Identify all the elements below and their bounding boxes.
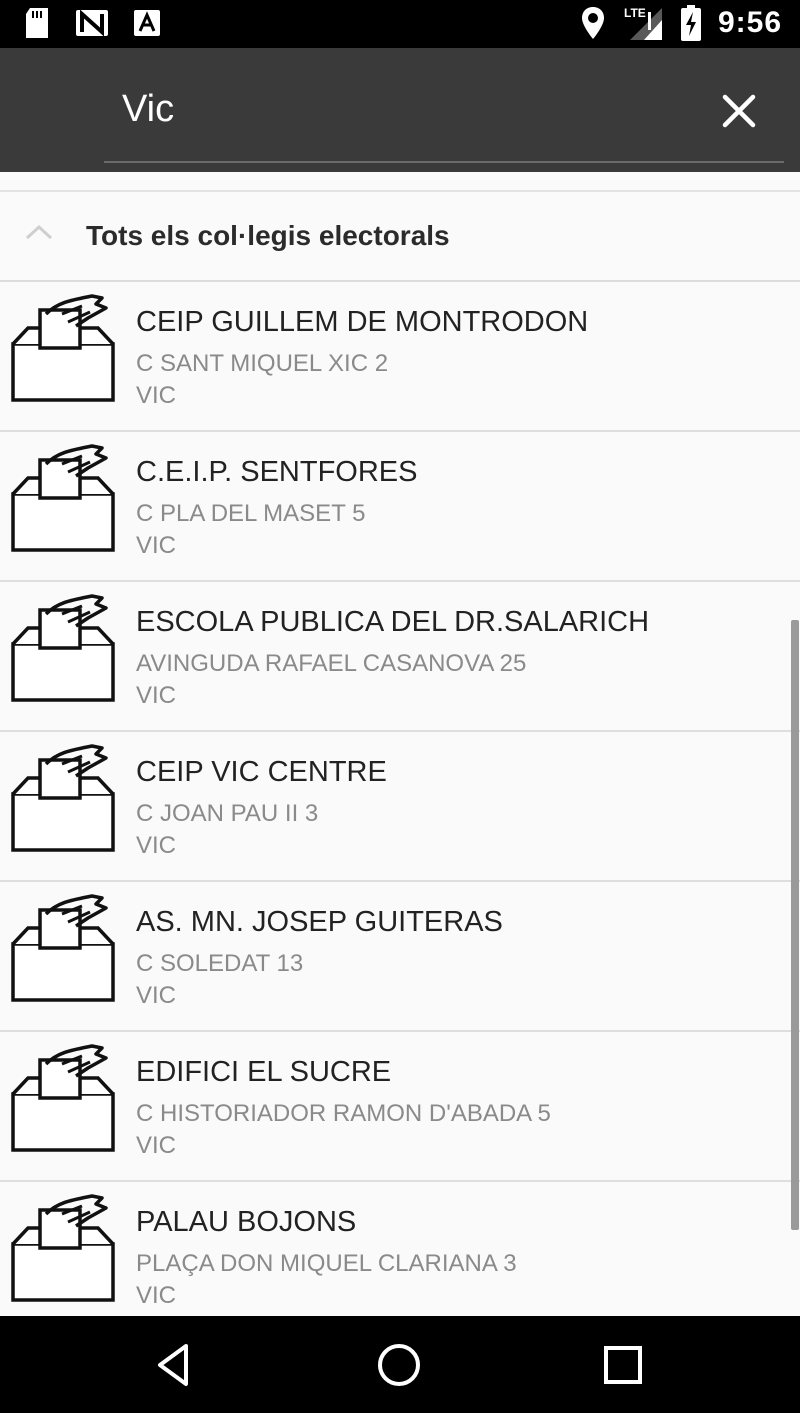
home-icon[interactable]: [374, 1340, 424, 1390]
station-city: VIC: [136, 682, 177, 709]
navigation-bar: [0, 1316, 800, 1413]
polling-station-list: CEIP GUILLEM DE MONTRODON C SANT MIQUEL …: [0, 282, 800, 1316]
station-name: AS. MN. JOSEP GUITERAS: [136, 906, 503, 938]
section-header-all-stations[interactable]: Tots els col·legis electorals: [0, 192, 800, 280]
location-icon: [581, 7, 604, 39]
list-item[interactable]: ESCOLA PUBLICA DEL DR.SALARICH AVINGUDA …: [0, 582, 800, 732]
nfc-icon: [76, 9, 108, 37]
station-name: CEIP VIC CENTRE: [136, 756, 387, 788]
list-item[interactable]: EDIFICI EL SUCRE C HISTORIADOR RAMON D'A…: [0, 1032, 800, 1182]
search-underline: [104, 161, 784, 163]
results-panel: Tots els col·legis electorals CEIP GUILL…: [0, 172, 800, 1316]
station-address: C JOAN PAU II 3: [136, 800, 319, 827]
list-item[interactable]: CEIP VIC CENTRE C JOAN PAU II 3 VIC: [0, 732, 800, 882]
svg-text:LTE: LTE: [624, 6, 646, 20]
station-address: PLAÇA DON MIQUEL CLARIANA 3: [136, 1250, 517, 1277]
ballot-box-icon: [10, 1042, 118, 1154]
list-item[interactable]: C.E.I.P. SENTFORES C PLA DEL MASET 5 VIC: [0, 432, 800, 582]
scrollbar[interactable]: [791, 620, 799, 1230]
recents-icon[interactable]: [598, 1340, 648, 1390]
status-bar: LTE 9:56: [0, 0, 800, 48]
status-time: 9:56: [717, 6, 782, 39]
station-name: CEIP GUILLEM DE MONTRODON: [136, 306, 589, 338]
list-item[interactable]: CEIP GUILLEM DE MONTRODON C SANT MIQUEL …: [0, 282, 800, 432]
status-right-icons: LTE 9:56: [580, 4, 782, 42]
station-address: C SANT MIQUEL XIC 2: [136, 350, 389, 377]
search-input[interactable]: [104, 74, 664, 144]
a-icon: [134, 10, 160, 36]
search-app-bar: [0, 48, 800, 172]
list-item[interactable]: AS. MN. JOSEP GUITERAS C SOLEDAT 13 VIC: [0, 882, 800, 1032]
list-item[interactable]: PALAU BOJONS PLAÇA DON MIQUEL CLARIANA 3…: [0, 1182, 800, 1316]
battery-charging-icon: [680, 5, 701, 41]
close-icon: [722, 94, 756, 128]
ballot-box-icon: [10, 442, 118, 554]
back-icon[interactable]: [150, 1340, 200, 1390]
station-name: C.E.I.P. SENTFORES: [136, 456, 418, 488]
ballot-box-icon: [10, 742, 118, 854]
station-address: AVINGUDA RAFAEL CASANOVA 25: [136, 650, 527, 677]
station-name: PALAU BOJONS: [136, 1206, 357, 1238]
station-address: C SOLEDAT 13: [136, 950, 304, 977]
sd-card-icon: [26, 8, 48, 38]
section-title: Tots els col·legis electorals: [86, 220, 450, 251]
station-address: C PLA DEL MASET 5: [136, 500, 366, 527]
station-name: ESCOLA PUBLICA DEL DR.SALARICH: [136, 606, 650, 638]
status-left-icons: [22, 6, 162, 40]
station-city: VIC: [136, 532, 177, 559]
ballot-box-icon: [10, 292, 118, 404]
lte-signal-icon: LTE: [624, 6, 662, 40]
station-name: EDIFICI EL SUCRE: [136, 1056, 392, 1088]
station-address: C HISTORIADOR RAMON D'ABADA 5: [136, 1100, 551, 1127]
clear-search-button[interactable]: [704, 76, 774, 146]
ballot-box-icon: [10, 592, 118, 704]
chevron-up-icon: [25, 224, 53, 240]
station-city: VIC: [136, 382, 177, 409]
station-city: VIC: [136, 982, 177, 1009]
station-city: VIC: [136, 832, 177, 859]
station-city: VIC: [136, 1132, 177, 1159]
ballot-box-icon: [10, 1192, 118, 1304]
station-city: VIC: [136, 1282, 177, 1309]
ballot-box-icon: [10, 892, 118, 1004]
